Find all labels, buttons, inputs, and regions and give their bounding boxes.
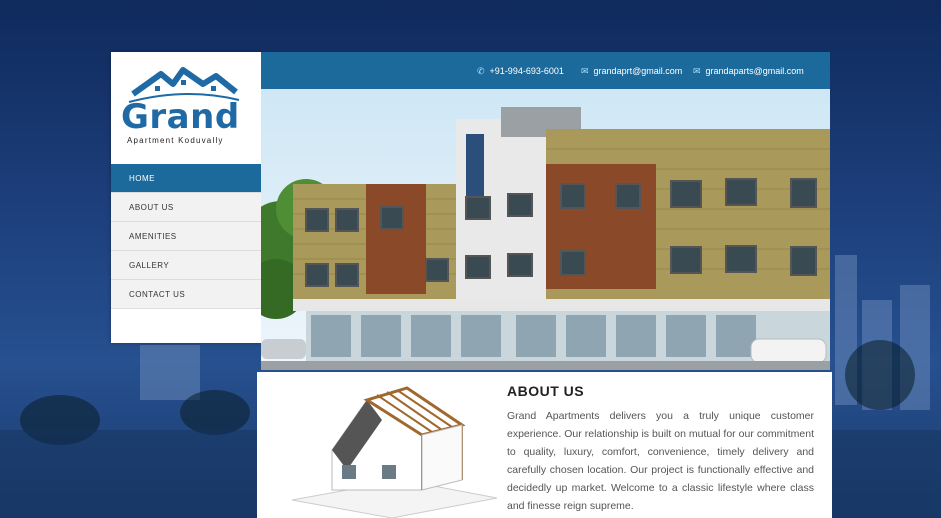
building-illustration xyxy=(261,89,830,370)
mail-icon: ✉ xyxy=(581,66,589,76)
nav-item-gallery[interactable]: GALLERY xyxy=(111,251,261,280)
hero-banner-image xyxy=(261,89,830,370)
main-nav: HOME ABOUT US AMENITIES GALLERY CONTACT … xyxy=(111,164,261,309)
logo-wordmark: Grand xyxy=(121,97,240,137)
email-address-1: grandaprt@gmail.com xyxy=(593,66,683,76)
contact-bar: ✆ +91-994-693-6001 ✉ grandaprt@gmail.com ✉… xyxy=(261,52,830,89)
nav-item-amenities[interactable]: AMENITIES xyxy=(111,222,261,251)
house-construction-illustration xyxy=(291,386,497,518)
nav-item-about-us[interactable]: ABOUT US xyxy=(111,193,261,222)
nav-item-contact-us[interactable]: CONTACT US xyxy=(111,280,261,309)
contact-phone[interactable]: ✆ +91-994-693-6001 xyxy=(477,66,564,77)
nav-item-home[interactable]: HOME xyxy=(111,164,261,193)
contact-email-1[interactable]: ✉ grandaprt@gmail.com xyxy=(581,66,682,77)
contact-email-2[interactable]: ✉ grandaparts@gmail.com xyxy=(693,66,804,77)
sidebar: Grand Apartment Koduvally HOME ABOUT US … xyxy=(111,52,261,343)
about-title: ABOUT US xyxy=(507,383,585,399)
about-section: ABOUT US Grand Apartments delivers you a… xyxy=(257,372,832,518)
mail-icon: ✉ xyxy=(693,66,701,76)
email-address-2: grandaparts@gmail.com xyxy=(705,66,804,76)
logo-tagline: Apartment Koduvally xyxy=(127,136,224,145)
phone-icon: ✆ xyxy=(477,66,485,76)
phone-number: +91-994-693-6001 xyxy=(489,66,564,76)
site-logo[interactable]: Grand Apartment Koduvally xyxy=(111,52,261,164)
about-description: Grand Apartments delivers you a truly un… xyxy=(507,410,814,512)
